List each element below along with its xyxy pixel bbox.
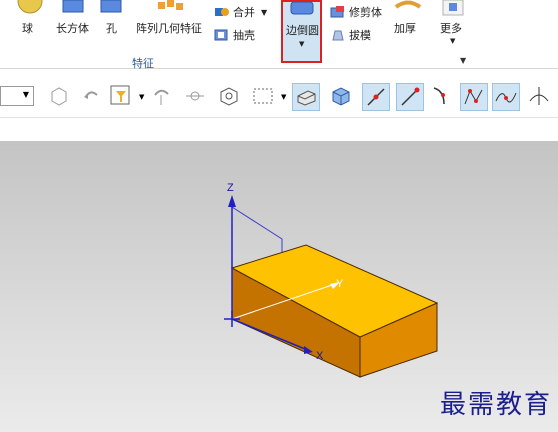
z-axis-label: Z — [227, 182, 234, 194]
block-icon — [62, 0, 84, 13]
trim-body-icon — [330, 6, 344, 18]
rotate-icon — [154, 89, 169, 105]
chevron-down-icon: ▼ — [22, 90, 29, 99]
unite-dropdown-icon[interactable]: ▼ — [261, 8, 267, 17]
thicken-icon — [394, 0, 422, 9]
arc-icon — [433, 87, 445, 105]
draft-icon — [332, 30, 344, 41]
shaded-tool[interactable] — [292, 83, 320, 111]
pattern-icon — [158, 0, 183, 10]
hole-button[interactable]: 孔 — [98, 0, 124, 40]
angle-icon — [529, 87, 549, 105]
filter-tool[interactable] — [108, 83, 136, 111]
draft-button[interactable]: 拔模 — [330, 27, 371, 43]
wireframe-tool[interactable] — [328, 83, 356, 111]
ribbon-expand-icon[interactable]: ▼ — [460, 56, 466, 65]
shell-label: 抽壳 — [233, 29, 255, 42]
rectangle-select-tool[interactable] — [250, 83, 278, 111]
z-axis-arrow — [228, 195, 236, 207]
edge-blend-label: 边倒圆 — [286, 24, 319, 37]
group-label-features: 特征 — [132, 57, 154, 70]
sphere-button[interactable]: 球 — [14, 0, 44, 40]
pattern-geometry-label: 阵列几何特征 — [136, 22, 202, 35]
rectangle-select-icon — [253, 88, 273, 104]
snap-body-icon — [51, 87, 67, 106]
hole-icon — [100, 0, 122, 13]
watermark: 最需教育 — [439, 390, 552, 420]
filter-icon — [110, 85, 130, 105]
selection-filter-dropdown[interactable]: ▼ — [0, 86, 34, 106]
block-label: 长方体 — [56, 22, 89, 35]
status-strip — [0, 117, 558, 142]
undo-select-tool[interactable] — [78, 83, 106, 111]
line2-icon — [401, 87, 420, 106]
more-button[interactable]: 更多 ▼ — [436, 0, 468, 48]
undo-icon — [84, 91, 98, 99]
sphere-label: 球 — [22, 22, 33, 35]
snap-body-tool[interactable] — [46, 83, 74, 111]
wireframe-icon — [332, 87, 350, 106]
shaded-icon — [297, 90, 316, 106]
shell-button[interactable]: 抽壳 — [214, 27, 255, 43]
line2-tool[interactable] — [396, 83, 424, 111]
sphere-icon — [17, 0, 43, 14]
view-cube-tool[interactable] — [216, 83, 244, 111]
ribbon: 球 长方体 孔 阵列几何特征 合并 ▼ 抽壳 边倒圆 ▼ 修剪体 拔模 加厚 更… — [0, 0, 558, 70]
curve-icon — [495, 92, 517, 103]
unite-button[interactable]: 合并 ▼ — [214, 4, 267, 20]
line-icon — [367, 88, 385, 106]
rotate-tool[interactable] — [148, 83, 176, 111]
block-button[interactable]: 长方体 — [52, 0, 92, 40]
more-icon — [442, 0, 464, 16]
arc-tool[interactable] — [428, 83, 456, 111]
thicken-label: 加厚 — [394, 22, 416, 35]
filter-dropdown-icon[interactable]: ▼ — [139, 93, 144, 101]
line-tool[interactable] — [362, 83, 390, 111]
edge-blend-icon — [290, 2, 314, 15]
view-cube-icon — [220, 87, 238, 106]
thicken-button[interactable]: 加厚 — [390, 0, 424, 40]
unite-label: 合并 — [233, 6, 255, 19]
more-dropdown-icon[interactable]: ▼ — [450, 37, 455, 45]
rectangle-dropdown-icon[interactable]: ▼ — [281, 93, 286, 101]
edge-blend-button[interactable]: 边倒圆 ▼ — [281, 0, 322, 63]
edge-blend-dropdown-icon[interactable]: ▼ — [299, 40, 304, 48]
trim-body-label: 修剪体 — [349, 6, 382, 19]
shell-icon — [214, 29, 228, 41]
trim-body-button[interactable]: 修剪体 — [330, 4, 382, 20]
hole-label: 孔 — [106, 22, 117, 35]
angle-tool[interactable] — [526, 83, 554, 111]
curve-tool[interactable] — [492, 83, 520, 111]
toolbar: ▼ ▼ ▼ — [0, 79, 558, 115]
unite-icon — [215, 8, 229, 16]
point-snap-tool[interactable] — [182, 83, 210, 111]
y-axis-label: Y — [336, 278, 344, 290]
pattern-geometry-button[interactable]: 阵列几何特征 — [134, 0, 206, 40]
x-axis-label: X — [316, 350, 324, 362]
point-snap-icon — [186, 91, 204, 101]
spline-icon — [464, 89, 483, 105]
more-label: 更多 — [440, 22, 462, 35]
spline-tool[interactable] — [460, 83, 488, 111]
draft-label: 拔模 — [349, 29, 371, 42]
